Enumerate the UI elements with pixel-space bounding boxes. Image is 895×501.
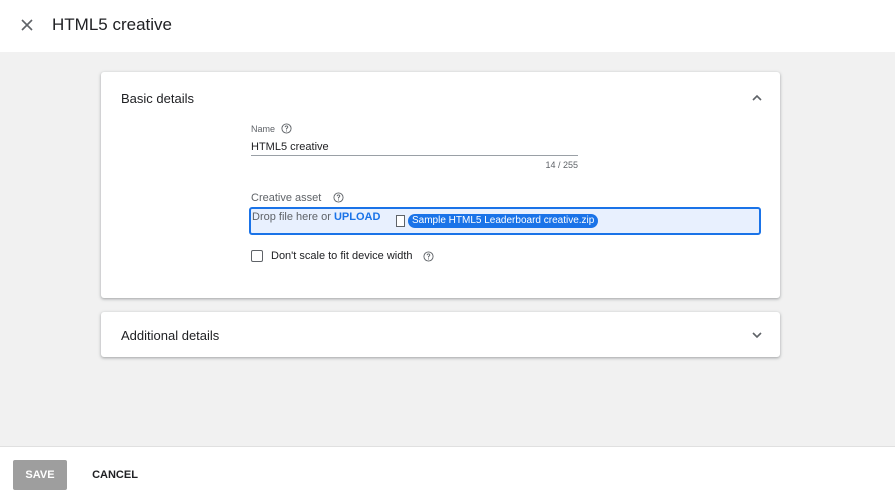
page-title: HTML5 creative [52,15,172,34]
dont-scale-checkbox[interactable] [251,250,263,262]
file-chip[interactable]: Sample HTML5 Leaderboard creative.zip [396,213,599,229]
creative-asset-dropzone[interactable]: Drop file here or UPLOAD Sample HTML5 Le… [249,207,761,235]
upload-link[interactable]: UPLOAD [334,211,380,223]
additional-details-panel[interactable]: Additional details [101,312,780,357]
basic-details-panel: Basic details Name 14 / 255 Creative ass… [101,72,780,298]
help-icon[interactable] [422,250,434,262]
bottom-action-bar: SAVE CANCEL [0,446,895,501]
help-icon[interactable] [281,123,292,134]
drop-file-text: Drop file here or [252,211,334,223]
top-bar: HTML5 creative [0,0,895,52]
scale-option-row: Don't scale to fit device width [251,250,434,262]
name-label: Name [251,124,276,134]
additional-details-title[interactable]: Additional details [121,328,219,343]
cancel-button[interactable]: CANCEL [82,460,148,490]
file-icon [396,215,405,227]
dropzone-text: Drop file here or UPLOAD [252,211,380,223]
file-name: Sample HTML5 Leaderboard creative.zip [408,214,599,228]
close-icon[interactable] [16,14,38,36]
chevron-down-icon[interactable] [750,328,764,342]
basic-details-title[interactable]: Basic details [121,91,194,106]
chevron-up-icon[interactable] [750,91,764,105]
creative-asset-label: Creative asset [251,192,322,204]
character-count: 14 / 255 [545,160,578,170]
dont-scale-label[interactable]: Don't scale to fit device width [271,250,413,262]
help-icon[interactable] [333,192,344,203]
save-button[interactable]: SAVE [13,460,67,490]
name-input[interactable] [251,138,578,156]
